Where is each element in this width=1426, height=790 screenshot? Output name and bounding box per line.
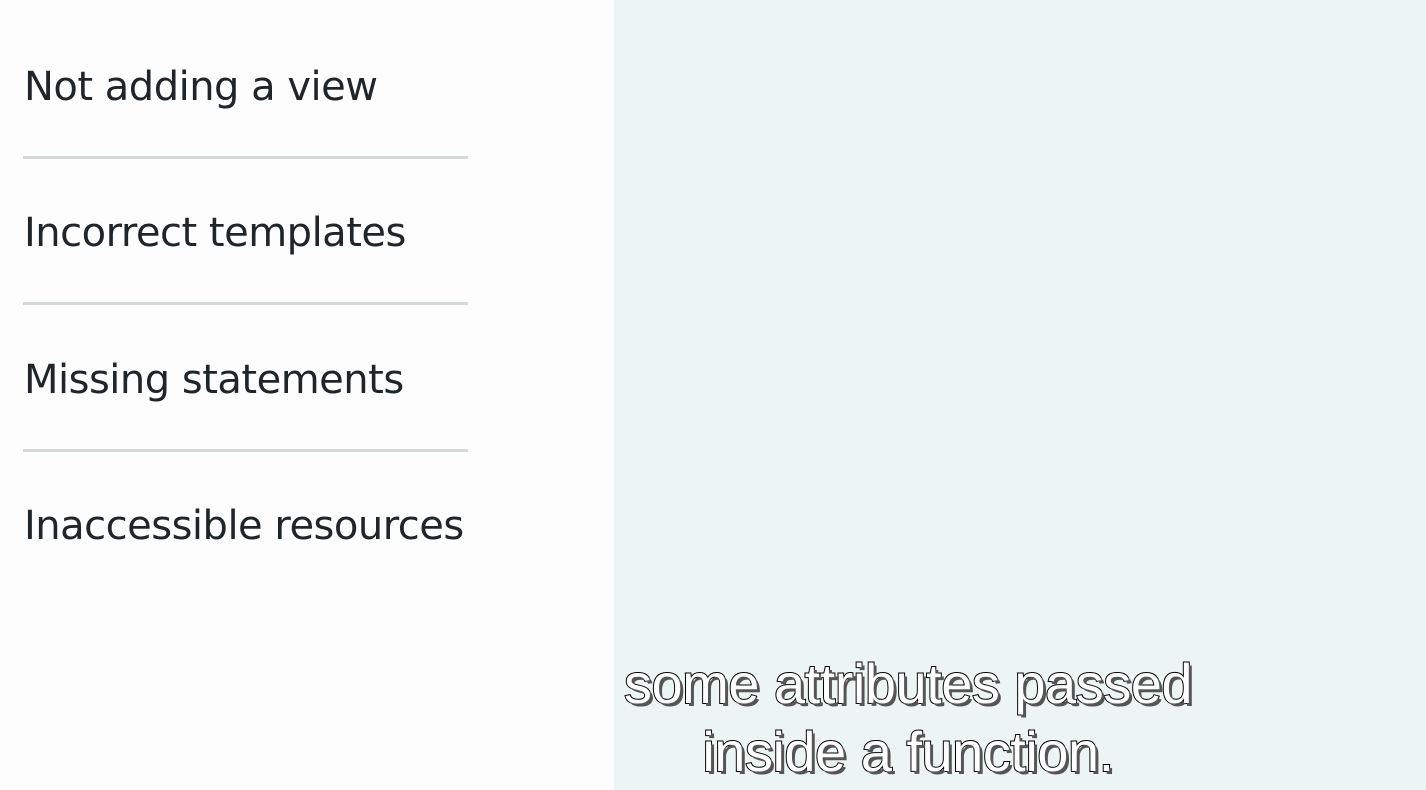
divider <box>23 156 468 159</box>
video-subtitle: some attributes passed inside a function… <box>480 650 1336 786</box>
list-item: Not adding a view <box>24 64 378 110</box>
divider <box>23 302 468 305</box>
subtitle-line: some attributes passed <box>623 651 1193 716</box>
list-item: Incorrect templates <box>24 210 406 256</box>
divider <box>23 449 468 452</box>
list-item: Inaccessible resources <box>24 503 464 549</box>
list-item: Missing statements <box>24 357 404 403</box>
subtitle-line: inside a function. <box>701 719 1115 784</box>
